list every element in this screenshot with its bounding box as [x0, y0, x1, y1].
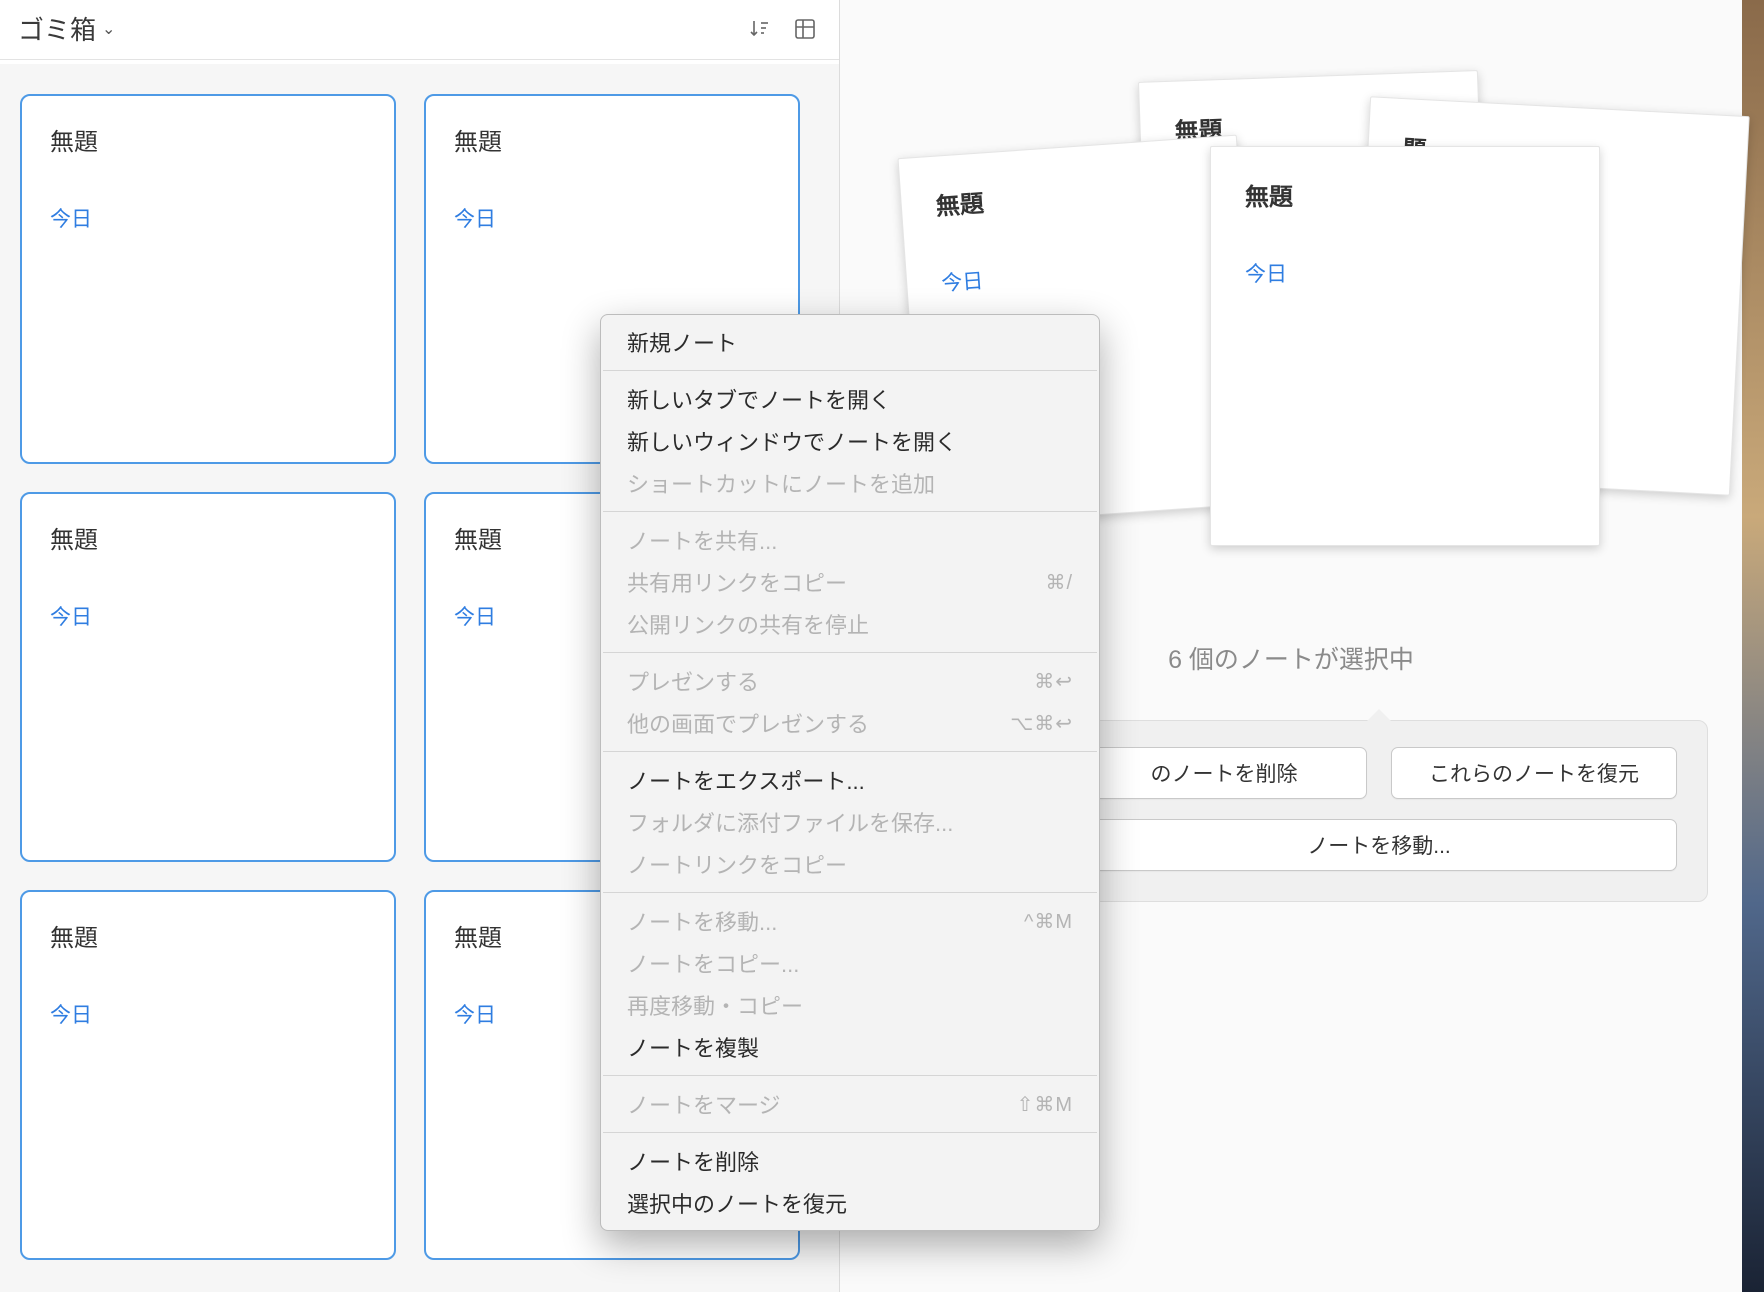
menu-save-attachments: フォルダに添付ファイルを保存... [601, 801, 1099, 843]
shortcut-label: ^⌘M [1024, 909, 1073, 934]
note-card[interactable]: 無題 今日 [20, 492, 396, 862]
note-date: 今日 [454, 203, 770, 233]
folder-title: ゴミ箱 [18, 10, 96, 47]
menu-separator [603, 652, 1097, 653]
shortcut-label: ⇧⌘M [1017, 1092, 1073, 1117]
menu-separator [603, 370, 1097, 371]
note-date: 今日 [940, 249, 1211, 298]
menu-copy-share-link: 共有用リンクをコピー⌘/ [601, 561, 1099, 603]
note-title: 無題 [50, 520, 366, 555]
shortcut-label: ⌘/ [1045, 570, 1073, 595]
menu-separator [603, 1132, 1097, 1133]
menu-restore-selected[interactable]: 選択中のノートを復元 [601, 1182, 1099, 1224]
note-title: 無題 [50, 122, 366, 157]
note-title: 無題 [50, 918, 366, 953]
menu-new-note[interactable]: 新規ノート [601, 321, 1099, 363]
note-date: 今日 [50, 203, 366, 233]
shortcut-label: ⌘↩ [1034, 669, 1073, 694]
restore-notes-button[interactable]: これらのノートを復元 [1391, 747, 1677, 799]
view-grid-icon[interactable] [793, 17, 817, 41]
menu-open-in-window[interactable]: 新しいウィンドウでノートを開く [601, 420, 1099, 462]
menu-move-copy-again: 再度移動・コピー [601, 984, 1099, 1026]
context-menu: 新規ノート 新しいタブでノートを開く 新しいウィンドウでノートを開く ショートカ… [600, 314, 1100, 1231]
chevron-down-icon: ⌄ [102, 19, 115, 39]
menu-stop-public-link: 公開リンクの共有を停止 [601, 603, 1099, 645]
menu-present: プレゼンする⌘↩ [601, 660, 1099, 702]
menu-separator [603, 892, 1097, 893]
menu-add-shortcut: ショートカットにノートを追加 [601, 462, 1099, 504]
stack-card: 無題 今日 [1210, 146, 1600, 546]
menu-separator [603, 1075, 1097, 1076]
menu-copy-note-link: ノートリンクをコピー [601, 843, 1099, 885]
menu-share: ノートを共有... [601, 519, 1099, 561]
note-title: 無題 [454, 122, 770, 157]
menu-move-to: ノートを移動...^⌘M [601, 900, 1099, 942]
folder-title-dropdown[interactable]: ゴミ箱 ⌄ [18, 10, 115, 47]
selection-actions: のノートを削除 これらのノートを復元 ノートを移動... [1050, 720, 1708, 902]
note-date: 今日 [1245, 258, 1565, 288]
shortcut-label: ⌥⌘↩ [1010, 711, 1073, 736]
menu-merge: ノートをマージ⇧⌘M [601, 1083, 1099, 1125]
menu-copy-to: ノートをコピー... [601, 942, 1099, 984]
menu-delete[interactable]: ノートを削除 [601, 1140, 1099, 1182]
menu-duplicate[interactable]: ノートを複製 [601, 1026, 1099, 1068]
menu-separator [603, 511, 1097, 512]
note-date: 今日 [50, 601, 366, 631]
note-title: 無題 [935, 168, 1207, 222]
menu-separator [603, 751, 1097, 752]
menu-export[interactable]: ノートをエクスポート... [601, 759, 1099, 801]
menu-present-other: 他の画面でプレゼンする⌥⌘↩ [601, 702, 1099, 744]
note-list-header: ゴミ箱 ⌄ [0, 0, 839, 60]
menu-open-in-tab[interactable]: 新しいタブでノートを開く [601, 378, 1099, 420]
note-date: 今日 [50, 999, 366, 1029]
note-title: 無題 [1245, 177, 1565, 212]
move-notes-button[interactable]: ノートを移動... [1081, 819, 1677, 871]
note-card[interactable]: 無題 今日 [20, 890, 396, 1260]
note-card[interactable]: 無題 今日 [20, 94, 396, 464]
delete-notes-button[interactable]: のノートを削除 [1081, 747, 1367, 799]
sort-icon[interactable] [747, 17, 771, 41]
